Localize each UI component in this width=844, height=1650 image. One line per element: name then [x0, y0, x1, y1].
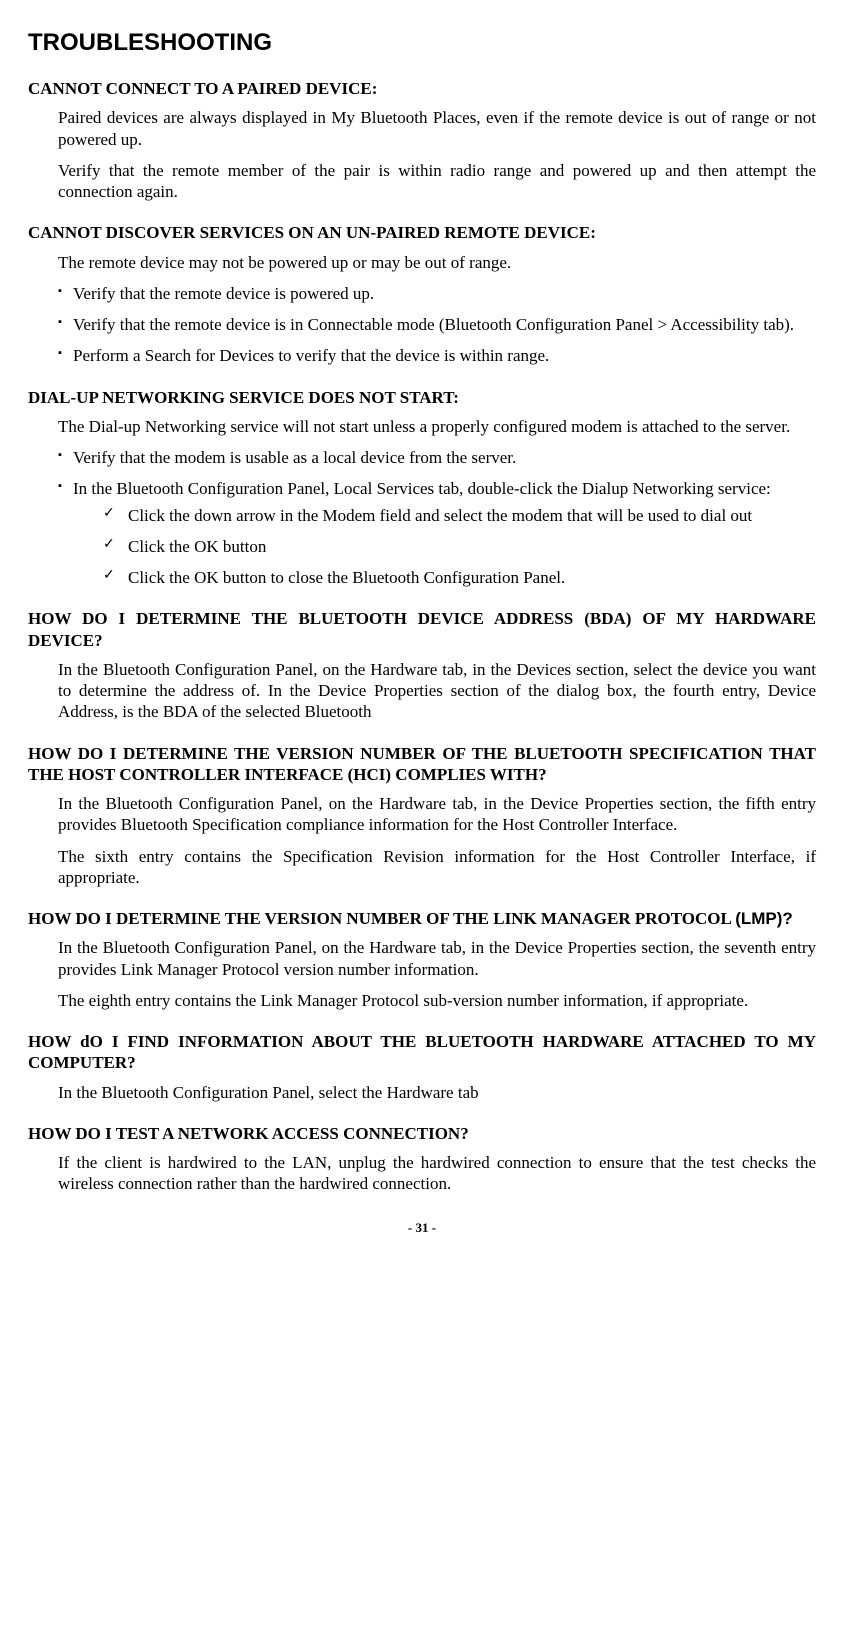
- paragraph: The sixth entry contains the Specificati…: [58, 846, 816, 889]
- paragraph: The eighth entry contains the Link Manag…: [58, 990, 816, 1011]
- list-item-text: In the Bluetooth Configuration Panel, Lo…: [73, 479, 771, 498]
- list-item: Verify that the remote device is powered…: [58, 283, 816, 304]
- list-item: Verify that the remote device is in Conn…: [58, 314, 816, 335]
- check-list: Click the down arrow in the Modem field …: [73, 505, 816, 589]
- paragraph: In the Bluetooth Configuration Panel, on…: [58, 793, 816, 836]
- paragraph: Verify that the remote member of the pai…: [58, 160, 816, 203]
- section-heading: DIAL-UP NETWORKING SERVICE DOES NOT STAR…: [28, 387, 816, 408]
- bullet-list: Verify that the modem is usable as a loc…: [28, 447, 816, 588]
- paragraph: In the Bluetooth Configuration Panel, se…: [58, 1082, 816, 1103]
- list-item: In the Bluetooth Configuration Panel, Lo…: [58, 478, 816, 588]
- heading-text: HOW DO I DETERMINE THE VERSION NUMBER OF…: [28, 744, 816, 784]
- page-title: TROUBLESHOOTING: [28, 28, 816, 58]
- heading-text-part1: HOW DO I DETERMINE THE VERSION NUMBER OF…: [28, 909, 735, 928]
- bullet-list: Verify that the remote device is powered…: [28, 283, 816, 367]
- heading-text: HOW DO I DETERMINE THE BLUETOOTH DEVICE …: [28, 609, 816, 649]
- section-heading: CANNOT DISCOVER SERVICES ON AN UN-PAIRED…: [28, 222, 816, 243]
- section-heading: HOW DO I DETERMINE THE BLUETOOTH DEVICE …: [28, 608, 816, 651]
- paragraph: If the client is hardwired to the LAN, u…: [58, 1152, 816, 1195]
- page-number: - 31 -: [28, 1220, 816, 1236]
- section-heading: HOW DO I DETERMINE THE VERSION NUMBER OF…: [28, 908, 816, 929]
- section-heading: HOW DO I DETERMINE THE VERSION NUMBER OF…: [28, 743, 816, 786]
- paragraph: In the Bluetooth Configuration Panel, on…: [58, 659, 816, 723]
- heading-text-part2: (LMP)?: [735, 909, 793, 928]
- list-item: Perform a Search for Devices to verify t…: [58, 345, 816, 366]
- section-heading: HOW dO I FIND INFORMATION ABOUT THE BLUE…: [28, 1031, 816, 1074]
- list-item: Click the OK button to close the Bluetoo…: [103, 567, 816, 588]
- list-item: Click the OK button: [103, 536, 816, 557]
- section-heading: HOW DO I TEST A NETWORK ACCESS CONNECTIO…: [28, 1123, 816, 1144]
- list-item: Verify that the modem is usable as a loc…: [58, 447, 816, 468]
- paragraph: The Dial-up Networking service will not …: [58, 416, 816, 437]
- list-item: Click the down arrow in the Modem field …: [103, 505, 816, 526]
- paragraph: In the Bluetooth Configuration Panel, on…: [58, 937, 816, 980]
- paragraph: The remote device may not be powered up …: [58, 252, 816, 273]
- paragraph: Paired devices are always displayed in M…: [58, 107, 816, 150]
- section-heading: CANNOT CONNECT TO A PAIRED DEVICE:: [28, 78, 816, 99]
